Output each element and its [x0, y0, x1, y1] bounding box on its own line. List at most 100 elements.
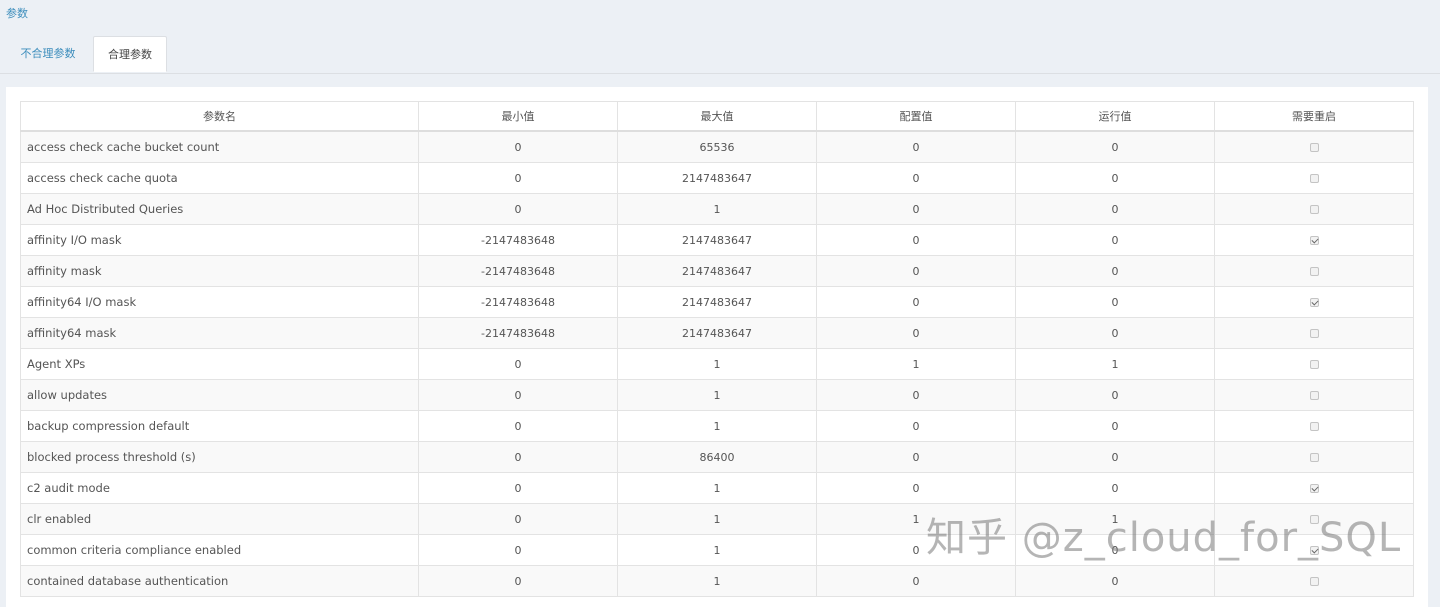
restart-cell: [1214, 224, 1414, 256]
param-name-cell: Agent XPs: [20, 348, 419, 380]
run-value-cell: 0: [1015, 472, 1215, 504]
restart-checkbox[interactable]: [1309, 515, 1319, 524]
restart-checkbox[interactable]: [1309, 205, 1319, 214]
breadcrumb: 参数: [6, 7, 28, 20]
restart-cell: [1214, 565, 1414, 597]
restart-checkbox[interactable]: [1309, 391, 1319, 400]
content-panel: 参数名 最小值 最大值 配置值 运行值 需要重启 access check ca…: [6, 87, 1428, 607]
run-value-cell: 0: [1015, 410, 1215, 442]
restart-cell: [1214, 379, 1414, 411]
min-value-cell: 0: [418, 472, 618, 504]
restart-cell: [1214, 503, 1414, 535]
max-value-cell: 1: [617, 379, 817, 411]
restart-checkbox[interactable]: [1309, 422, 1319, 431]
restart-checkbox[interactable]: [1309, 143, 1319, 152]
min-value-cell: 0: [418, 193, 618, 225]
table-header-row: 参数名 最小值 最大值 配置值 运行值 需要重启: [20, 101, 1414, 132]
tab-reasonable-params[interactable]: 合理参数: [93, 36, 167, 72]
restart-checkbox[interactable]: [1309, 453, 1319, 462]
param-name-cell: affinity mask: [20, 255, 419, 287]
run-value-cell: 1: [1015, 503, 1215, 535]
restart-checkbox[interactable]: [1309, 360, 1319, 369]
run-value-cell: 0: [1015, 224, 1215, 256]
column-header-run[interactable]: 运行值: [1015, 101, 1215, 132]
min-value-cell: 0: [418, 565, 618, 597]
restart-cell: [1214, 317, 1414, 349]
config-value-cell: 0: [816, 130, 1016, 163]
restart-cell: [1214, 130, 1414, 163]
min-value-cell: 0: [418, 162, 618, 194]
max-value-cell: 2147483647: [617, 255, 817, 287]
restart-checkbox[interactable]: [1309, 546, 1319, 555]
run-value-cell: 1: [1015, 348, 1215, 380]
column-header-max[interactable]: 最大值: [617, 101, 817, 132]
config-value-cell: 0: [816, 162, 1016, 194]
column-header-name[interactable]: 参数名: [20, 101, 419, 132]
min-value-cell: -2147483648: [418, 224, 618, 256]
param-name-cell: affinity64 I/O mask: [20, 286, 419, 318]
column-header-min[interactable]: 最小值: [418, 101, 618, 132]
table-row: Ad Hoc Distributed Queries 0 1 0 0: [20, 193, 1414, 225]
restart-cell: [1214, 193, 1414, 225]
restart-checkbox[interactable]: [1309, 174, 1319, 183]
param-name-cell: allow updates: [20, 379, 419, 411]
config-value-cell: 0: [816, 565, 1016, 597]
restart-checkbox[interactable]: [1309, 298, 1319, 307]
min-value-cell: 0: [418, 441, 618, 473]
restart-checkbox[interactable]: [1309, 577, 1319, 586]
max-value-cell: 1: [617, 348, 817, 380]
config-value-cell: 0: [816, 410, 1016, 442]
table-row: access check cache quota 0 2147483647 0 0: [20, 162, 1414, 194]
restart-checkbox[interactable]: [1309, 329, 1319, 338]
min-value-cell: 0: [418, 379, 618, 411]
run-value-cell: 0: [1015, 193, 1215, 225]
max-value-cell: 2147483647: [617, 286, 817, 318]
restart-cell: [1214, 534, 1414, 566]
run-value-cell: 0: [1015, 286, 1215, 318]
table-row: affinity mask -2147483648 2147483647 0 0: [20, 255, 1414, 287]
tab-unreasonable-params[interactable]: 不合理参数: [6, 36, 90, 72]
config-value-cell: 0: [816, 317, 1016, 349]
config-value-cell: 0: [816, 193, 1016, 225]
max-value-cell: 2147483647: [617, 162, 817, 194]
run-value-cell: 0: [1015, 565, 1215, 597]
param-name-cell: contained database authentication: [20, 565, 419, 597]
run-value-cell: 0: [1015, 534, 1215, 566]
restart-checkbox[interactable]: [1309, 484, 1319, 493]
config-value-cell: 1: [816, 348, 1016, 380]
table-row: allow updates 0 1 0 0: [20, 379, 1414, 411]
param-name-cell: c2 audit mode: [20, 472, 419, 504]
param-name-cell: access check cache bucket count: [20, 130, 419, 163]
column-header-restart[interactable]: 需要重启: [1214, 101, 1414, 132]
restart-checkbox[interactable]: [1309, 267, 1319, 276]
max-value-cell: 2147483647: [617, 317, 817, 349]
restart-checkbox[interactable]: [1309, 236, 1319, 245]
restart-cell: [1214, 441, 1414, 473]
table-row: affinity64 I/O mask -2147483648 2147483647…: [20, 286, 1414, 318]
config-value-cell: 0: [816, 286, 1016, 318]
param-name-cell: backup compression default: [20, 410, 419, 442]
run-value-cell: 0: [1015, 162, 1215, 194]
config-value-cell: 0: [816, 255, 1016, 287]
table-row: c2 audit mode 0 1 0 0: [20, 472, 1414, 504]
table-row: Agent XPs 0 1 1 1: [20, 348, 1414, 380]
param-name-cell: clr enabled: [20, 503, 419, 535]
max-value-cell: 65536: [617, 130, 817, 163]
config-value-cell: 0: [816, 379, 1016, 411]
max-value-cell: 1: [617, 503, 817, 535]
restart-cell: [1214, 410, 1414, 442]
param-name-cell: blocked process threshold (s): [20, 441, 419, 473]
run-value-cell: 0: [1015, 255, 1215, 287]
table-row: clr enabled 0 1 1 1: [20, 503, 1414, 535]
min-value-cell: 0: [418, 410, 618, 442]
table-row: affinity I/O mask -2147483648 2147483647 0 0: [20, 224, 1414, 256]
min-value-cell: 0: [418, 348, 618, 380]
config-value-cell: 0: [816, 224, 1016, 256]
max-value-cell: 2147483647: [617, 224, 817, 256]
params-table: 参数名 最小值 最大值 配置值 运行值 需要重启 access check ca…: [20, 101, 1414, 597]
param-name-cell: Ad Hoc Distributed Queries: [20, 193, 419, 225]
max-value-cell: 1: [617, 534, 817, 566]
restart-cell: [1214, 162, 1414, 194]
column-header-config[interactable]: 配置值: [816, 101, 1016, 132]
min-value-cell: -2147483648: [418, 286, 618, 318]
